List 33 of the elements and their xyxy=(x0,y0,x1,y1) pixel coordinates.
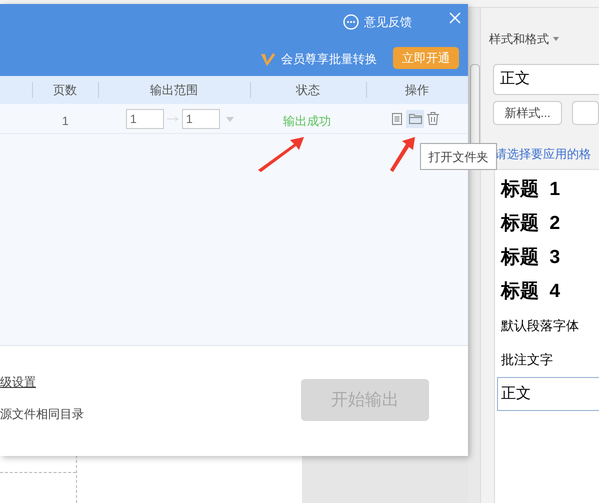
column-header: 输出范围 xyxy=(150,82,198,99)
arrow-icon xyxy=(167,116,179,122)
panel-title: 样式和格式 xyxy=(489,31,549,48)
vip-icon xyxy=(261,52,275,66)
status-text: 输出成功 xyxy=(283,113,331,130)
trash-icon[interactable] xyxy=(427,112,439,125)
style-item[interactable]: 标题 1 xyxy=(501,173,599,207)
output-folder-text: 源文件相同目录 xyxy=(0,406,84,423)
folder-icon[interactable] xyxy=(406,110,424,128)
column-header: 操作 xyxy=(405,82,429,99)
new-style-button[interactable]: 新样式... xyxy=(493,101,562,125)
clear-button[interactable] xyxy=(572,101,599,125)
style-item[interactable]: 标题 2 xyxy=(501,207,599,241)
column-header: 状态 xyxy=(296,82,320,99)
arrow-annotation xyxy=(256,136,306,172)
range-from-field[interactable]: 1 xyxy=(126,109,164,129)
style-item[interactable]: 批注文字 xyxy=(501,343,599,377)
style-item[interactable]: 标题 3 xyxy=(501,241,599,275)
tooltip: 打开文件夹 xyxy=(420,143,497,170)
document-icon[interactable] xyxy=(392,113,402,125)
arrow-annotation xyxy=(388,136,416,172)
table-cell-text: 1 xyxy=(62,113,69,130)
style-item[interactable]: 正文 xyxy=(497,377,599,411)
column-header: 页数 xyxy=(53,82,77,99)
chat-bubble-icon xyxy=(343,14,359,30)
caret-icon[interactable] xyxy=(553,37,559,41)
style-item[interactable]: 默认段落字体 xyxy=(501,309,599,343)
range-to-field[interactable]: 1 xyxy=(182,109,220,129)
close-icon[interactable] xyxy=(449,12,461,24)
promo-text: 会员尊享批量转换 xyxy=(281,51,377,68)
advanced-settings-link[interactable]: 级设置 xyxy=(0,373,36,391)
style-field[interactable]: 正文 xyxy=(493,64,599,95)
style-item[interactable]: 标题 4 xyxy=(501,275,599,309)
